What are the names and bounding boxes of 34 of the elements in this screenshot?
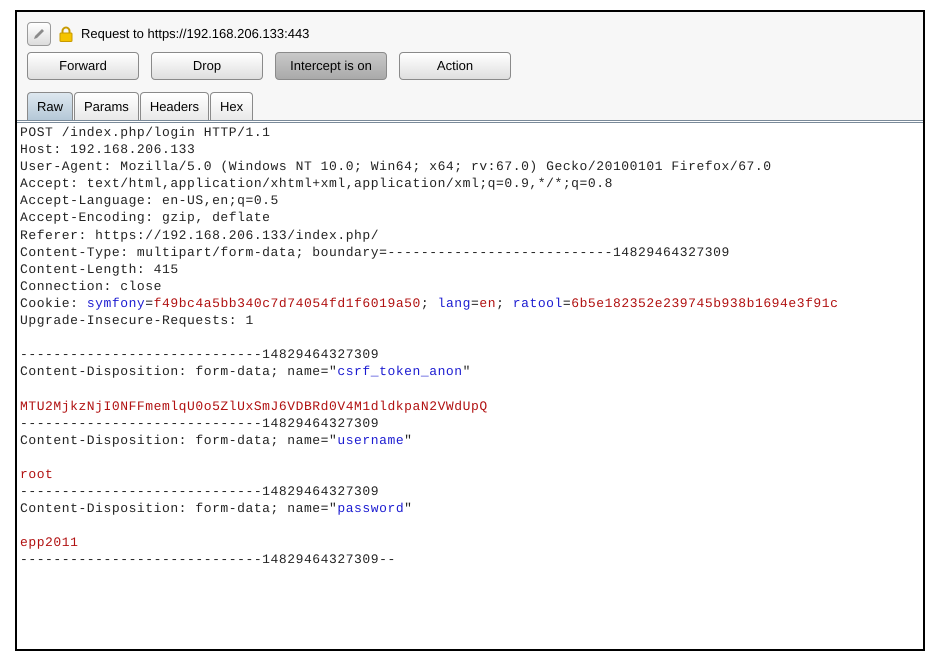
tab[interactable]: Hex (210, 92, 254, 120)
code-line: -----------------------------14829464327309 (20, 414, 380, 432)
code-line: Referer: https://192.168.206.133/index.php/ (20, 226, 380, 244)
code-line: MTU2MjkzNjI0NFFmemlqU0o5ZlUxSmJ6VDBRd0V4M1dldkpaN2VWdUpQ (20, 398, 488, 415)
code-line: -----------------------------14829464327309-- (20, 551, 396, 568)
code-line: Host: 192.168.206.133 (20, 141, 196, 158)
code-line: Connection: close (20, 278, 162, 295)
code-line: root (20, 466, 54, 483)
code-line: Content-Disposition: form-data; name="username" (20, 432, 413, 449)
code-line: Accept-Language: en-US,en;q=0.5 (20, 192, 279, 210)
code-line: Content-Disposition: form-data; name="password" (20, 500, 413, 518)
code-line: Accept-Encoding: gzip, deflate (20, 209, 271, 227)
toolbar-button[interactable]: Intercept is on (275, 52, 387, 80)
code-line: Content-Length: 415 (20, 260, 179, 278)
code-line: -----------------------------14829464327309 (20, 346, 380, 364)
code-line: Accept: text/html,application/xhtml+xml,application/xml;q=0.9,*/*;q=0.8 (20, 175, 613, 192)
toolbar-button[interactable]: Drop (151, 52, 263, 80)
code-line: User-Agent: Mozilla/5.0 (Windows NT 10.0; Win64; x64; rv:67.0) Gecko/20100101 Firefox/67.0 (20, 158, 772, 176)
tab[interactable]: Params (74, 92, 139, 120)
toolbar-button[interactable]: Action (399, 52, 511, 80)
padlock-icon (59, 26, 73, 42)
tab[interactable]: Headers (140, 92, 209, 120)
tab[interactable]: Raw (27, 92, 74, 120)
code-line: -----------------------------14829464327309 (20, 482, 380, 500)
toolbar-button[interactable]: Forward (27, 52, 139, 80)
request-title: Request to https://192.168.206.133:443 (81, 25, 310, 44)
code-line: epp2011 (20, 534, 78, 552)
edit-button[interactable] (27, 22, 51, 46)
code-line: Content-Disposition: form-data; name="csrf_token_anon" (20, 363, 471, 380)
code-line: POST /index.php/login HTTP/1.1 (20, 124, 271, 142)
code-line: Upgrade-Insecure-Requests: 1 (20, 312, 254, 330)
code-line: Content-Type: multipart/form-data; boundary=---------------------------14829464327309 (20, 244, 730, 261)
code-line: Cookie: symfony=f49bc4a5bb340c7d74054fd1f6019a50; lang=en; ratool=6b5e182352e239745b938b1694e3f91c (20, 294, 838, 312)
pencil-icon (32, 27, 46, 41)
